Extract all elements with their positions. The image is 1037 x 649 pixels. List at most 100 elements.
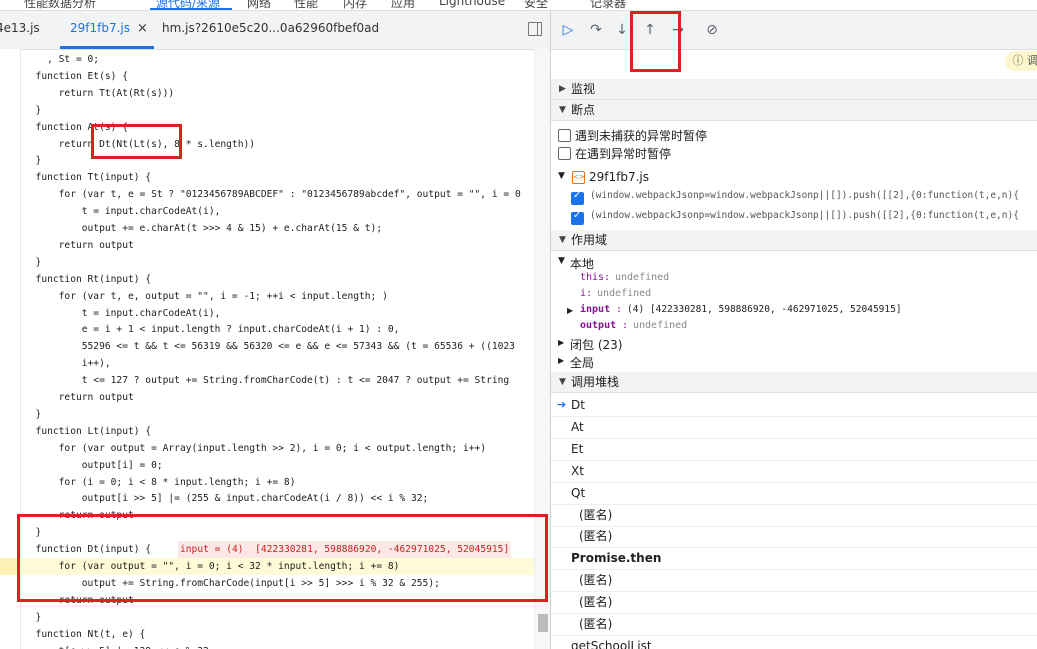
code-line[interactable]: e = i + 1 < input.length ? input.charCod… — [0, 321, 534, 338]
section-breakpoints[interactable]: ▼ 断点 — [551, 100, 1037, 121]
code-line[interactable]: function Rt(input) { — [0, 271, 534, 288]
call-frame[interactable]: (匿名) — [551, 504, 1037, 527]
section-scope[interactable]: ▼ 作用域 — [551, 230, 1037, 251]
code-line[interactable]: } — [0, 524, 534, 541]
pause-caught-checkbox[interactable] — [558, 147, 571, 160]
section-watch-label: 监视 — [571, 82, 596, 96]
code-line[interactable]: t[e >> 5] |= 128 << e % 32, — [0, 643, 534, 649]
step-icon[interactable]: → — [669, 21, 687, 39]
debugger-sidebar: ▷ ↷ ↓ ↑ → ⊘ ⓘ 调试 ▶ 监视 ▼ 断点 遇到未捕获的异常时暂停 在… — [551, 11, 1037, 649]
chevron-right-icon: ▶ — [567, 306, 574, 315]
menu-tab-memory[interactable]: 内存 — [343, 0, 367, 10]
breakpoint-entry-code: (window.webpackJsonp=window.webpackJsonp… — [590, 210, 1019, 221]
call-frame-label: (匿名) — [579, 595, 613, 610]
code-line[interactable]: function Nt(t, e) { — [0, 626, 534, 643]
deactivate-breakpoints-icon[interactable]: ⊘ — [703, 21, 721, 39]
call-frame-label: (匿名) — [579, 617, 613, 631]
editor-scrollbar-thumb[interactable] — [538, 614, 548, 632]
code-text: } — [24, 104, 42, 116]
code-line[interactable]: output[i] = 0; — [0, 457, 534, 474]
code-line[interactable]: } — [0, 102, 534, 119]
call-frame[interactable]: (匿名) — [551, 613, 1037, 636]
code-line[interactable]: function Tt(input) { — [0, 169, 534, 186]
code-text: } — [24, 527, 42, 539]
code-line[interactable]: t = input.charCodeAt(i), — [0, 305, 534, 322]
call-frame-label: (匿名) — [579, 573, 613, 588]
debugger-info-pill[interactable]: ⓘ 调试 — [1004, 51, 1037, 71]
current-frame-arrow-icon: ➔ — [557, 398, 567, 411]
code-line[interactable]: for (var output = Array(input.length >> … — [0, 440, 534, 457]
code-line[interactable]: return output — [0, 507, 534, 524]
call-frame[interactable]: (匿名) — [551, 525, 1037, 549]
step-into-icon[interactable]: ↓ — [613, 21, 631, 39]
section-watch[interactable]: ▶ 监视 — [551, 79, 1037, 100]
code-line[interactable]: t = input.charCodeAt(i), — [0, 203, 534, 220]
code-line[interactable]: return output — [0, 237, 534, 254]
code-line[interactable]: , St = 0; — [0, 51, 534, 68]
code-line[interactable]: } — [0, 406, 534, 423]
code-line[interactable]: output += String.fromCharCode(input[i >>… — [0, 575, 534, 592]
code-line[interactable]: return Dt(Nt(Lt(s), 8 * s.length)) — [0, 136, 534, 153]
code-line[interactable]: output += e.charAt(t >>> 4 & 15) + e.cha… — [0, 220, 534, 237]
code-line[interactable]: for (var output = "", i = 0; i < 32 * in… — [0, 558, 534, 575]
code-line[interactable]: function Et(s) { — [0, 68, 534, 85]
toggle-sidebar-icon[interactable] — [528, 22, 542, 36]
step-over-icon[interactable]: ↷ — [587, 21, 605, 39]
code-line[interactable]: return output — [0, 389, 534, 406]
code-line[interactable]: 55296 <= t && t <= 56319 && 56320 <= e &… — [0, 338, 534, 355]
call-frame[interactable]: (匿名) — [551, 591, 1037, 615]
code-text: return output — [24, 594, 134, 606]
resume-icon[interactable]: ▷ — [559, 21, 577, 39]
menu-tab-performance-insights[interactable]: 性能数据分析 — [24, 0, 96, 10]
code-line[interactable]: } — [0, 254, 534, 271]
pause-uncaught-checkbox[interactable] — [558, 129, 571, 142]
code-line[interactable]: t <= 127 ? output += String.fromCharCode… — [0, 372, 534, 389]
code-text: } — [24, 256, 42, 268]
call-frame[interactable]: At — [551, 416, 1037, 439]
code-line[interactable]: i++), — [0, 355, 534, 372]
section-callstack[interactable]: ▼ 调用堆栈 — [551, 372, 1037, 393]
code-area[interactable]: , St = 0; function Et(s) { return Tt(At(… — [0, 49, 534, 649]
scope-global-label: 全局 — [570, 356, 595, 370]
menu-tab-performance[interactable]: 性能 — [294, 0, 318, 10]
call-frame[interactable]: Xt — [551, 460, 1037, 483]
call-frame[interactable]: (匿名) — [551, 569, 1037, 593]
call-frame[interactable]: getSchoolList — [551, 635, 1037, 649]
code-text: } — [24, 408, 42, 420]
code-line[interactable]: function Dt(input) { input = (4) [422330… — [0, 541, 534, 559]
code-line[interactable]: for (var t, e = St ? "0123456789ABCDEF" … — [0, 186, 534, 203]
scope-var-value: (4) [422330281, 598886920, -462971025, 5… — [627, 304, 902, 315]
code-line[interactable]: for (i = 0; i < 8 * input.length; i += 8… — [0, 474, 534, 491]
call-frame[interactable]: Qt — [551, 482, 1037, 505]
call-frame[interactable]: ➔ Dt — [551, 394, 1037, 417]
code-line[interactable]: output[i >> 5] |= (255 & input.charCodeA… — [0, 490, 534, 507]
call-frame-label: (匿名) — [579, 529, 613, 544]
editor-tab-29f1fb7[interactable]: 29f1fb7.js — [70, 21, 130, 35]
editor-scrollbar[interactable] — [534, 49, 550, 649]
menu-tab-recorder[interactable]: 记录器 — [590, 0, 626, 10]
menu-tab-lighthouse[interactable]: Lighthouse — [439, 0, 505, 8]
code-line[interactable]: return output — [0, 592, 534, 609]
menu-tab-network[interactable]: 网络 — [247, 0, 271, 10]
code-text: 55296 <= t && t <= 56319 && 56320 <= e &… — [24, 341, 515, 353]
code-line[interactable]: function Lt(input) { — [0, 423, 534, 440]
editor-tab-hm-js[interactable]: hm.js?2610e5c20...0a62960fbef0ad — [162, 21, 379, 35]
breakpoint-entry-checkbox[interactable] — [571, 210, 584, 225]
menu-tab-security[interactable]: 安全 — [524, 0, 548, 10]
scope-var-colon: : — [586, 288, 593, 299]
step-out-icon[interactable]: ↑ — [641, 21, 659, 39]
code-line[interactable]: } — [0, 152, 534, 169]
call-frame[interactable]: Promise.then — [551, 547, 1037, 571]
code-line[interactable]: for (var t, e, output = "", i = -1; ++i … — [0, 288, 534, 305]
menu-tab-application[interactable]: 应用 — [391, 0, 415, 10]
code-line[interactable]: } — [0, 609, 534, 626]
code-text: function Dt(input) { — [24, 544, 163, 556]
code-text: } — [24, 611, 42, 623]
breakpoint-entry-checkbox[interactable] — [571, 190, 584, 205]
code-text: t[e >> 5] |= 128 << e % 32, — [24, 643, 215, 649]
close-icon[interactable]: × — [137, 21, 148, 36]
code-line[interactable]: return Tt(At(Rt(s))) — [0, 85, 534, 102]
call-frame[interactable]: Et — [551, 438, 1037, 461]
editor-tab-4e13[interactable]: 4e13.js — [0, 21, 40, 35]
code-line[interactable]: function At(s) { — [0, 119, 534, 136]
